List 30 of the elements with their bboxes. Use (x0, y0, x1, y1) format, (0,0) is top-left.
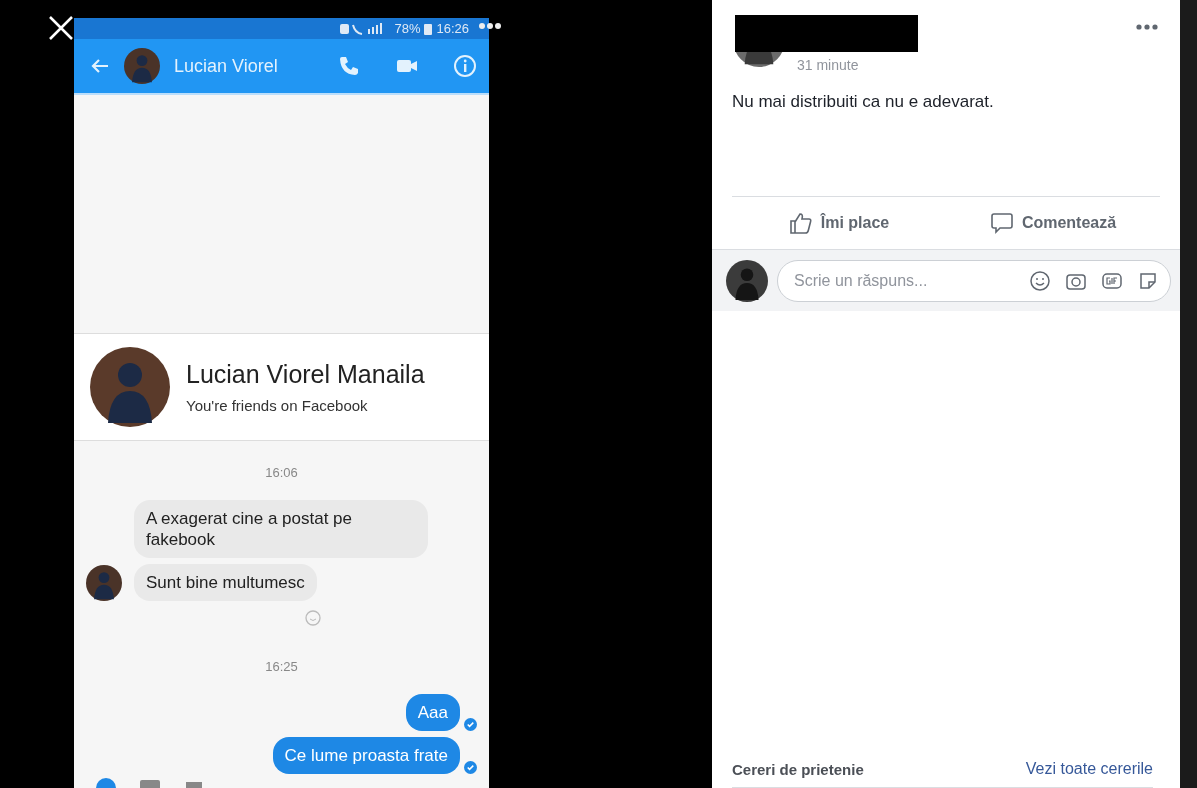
like-button[interactable]: Îmi place (732, 197, 946, 249)
received-message: A exagerat cine a postat pe fakebook (134, 500, 428, 558)
profile-name: Lucian Viorel Manaila (186, 359, 425, 389)
avatar (86, 565, 122, 601)
delivered-check-icon (464, 718, 477, 731)
avatar[interactable] (124, 48, 160, 85)
smiley-icon[interactable] (1029, 269, 1051, 292)
close-icon[interactable] (48, 15, 74, 41)
speech-bubble-icon (989, 211, 1014, 235)
comment-button[interactable]: Comentează (946, 197, 1160, 249)
see-all-link[interactable]: Vezi toate cererile (1025, 760, 1153, 778)
section-title: Cereri de prietenie (732, 760, 864, 778)
clock: 16:26 (436, 21, 469, 37)
message-timestamp: 16:25 (265, 659, 298, 674)
info-icon[interactable] (453, 54, 477, 79)
avatar (726, 259, 768, 302)
sent-message: Aaa (405, 694, 460, 731)
sent-message: Ce lume proasta frate (272, 737, 460, 774)
received-message: Sunt bine multumesc (134, 564, 317, 601)
more-options-icon[interactable] (478, 22, 502, 30)
message-timestamp: 16:06 (265, 465, 298, 480)
delivered-check-icon (464, 761, 477, 774)
post-time: 31 minute (797, 57, 859, 75)
reply-field[interactable]: Scrie un răspuns... (777, 259, 1171, 302)
profile-subtitle: You're friends on Facebook (186, 396, 369, 414)
thumbs-up-icon (788, 211, 813, 235)
battery-icon (424, 22, 433, 35)
post-text: Nu mai distribuiti ca nu e adevarat. (731, 91, 995, 113)
contact-name: Lucian Viorel (174, 55, 279, 77)
battery-level: 78% (394, 21, 421, 37)
